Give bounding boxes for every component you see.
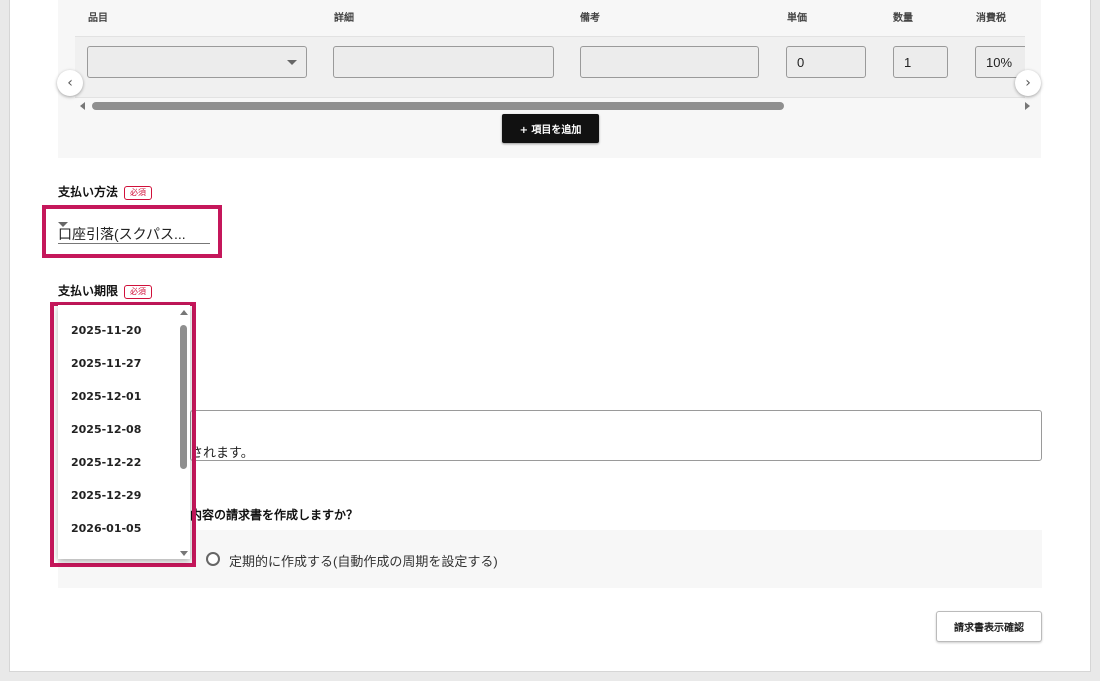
payment-method-label: 支払い方法 — [58, 185, 119, 199]
recurring-question: 内容の請求書を作成しますか？ — [190, 508, 359, 522]
due-option[interactable]: 2025-12-08 — [71, 423, 141, 436]
column-header-quantity: 数量 — [893, 13, 913, 24]
due-option[interactable]: 2025-12-22 — [71, 456, 141, 469]
column-header-tax: 消費税 — [976, 13, 1006, 24]
chevron-down-icon — [58, 222, 68, 227]
scrollbar-thumb[interactable] — [180, 325, 187, 469]
radio-recurring[interactable] — [206, 552, 220, 566]
radio-recurring-label[interactable]: 定期的に作成する(自動作成の周期を設定する) — [229, 551, 498, 570]
dropdown-vertical-scrollbar[interactable] — [179, 310, 189, 556]
notice-box — [190, 410, 1042, 461]
due-option[interactable]: 2026-01-05 — [71, 522, 141, 535]
invoice-form-card: 品目 詳細 備考 単価 数量 消費税 0 1 10% ‹ › + 項目を追加 支… — [9, 0, 1091, 672]
payment-due-dropdown[interactable]: 2025-11-20 2025-11-27 2025-12-01 2025-12… — [58, 305, 190, 559]
scroll-left-button[interactable]: ‹ — [57, 70, 83, 96]
items-table-row: 0 1 10% — [75, 36, 1025, 98]
notice-text: されます。 — [190, 445, 254, 460]
column-header-detail: 詳細 — [334, 13, 354, 24]
chevron-left-icon: ‹ — [67, 75, 73, 91]
quantity-input[interactable]: 1 — [893, 46, 948, 78]
scroll-right-button[interactable]: › — [1015, 70, 1041, 96]
note-input[interactable] — [580, 46, 759, 78]
payment-method-value: 口座引落(スクパス... — [58, 226, 186, 242]
due-option[interactable]: 2025-12-29 — [71, 489, 141, 502]
due-option[interactable]: 2025-11-20 — [71, 324, 141, 337]
column-header-item: 品目 — [88, 13, 108, 24]
recurring-options-panel: 定期的に作成する(自動作成の周期を設定する) — [58, 530, 1042, 588]
scroll-left-arrow-icon[interactable] — [80, 102, 85, 110]
confirm-invoice-button[interactable]: 請求書表示確認 — [936, 611, 1042, 642]
scroll-down-arrow-icon[interactable] — [180, 551, 188, 556]
add-item-button[interactable]: + 項目を追加 — [502, 114, 599, 143]
required-badge: 必須 — [124, 186, 152, 200]
column-header-note: 備考 — [580, 13, 600, 24]
chevron-down-icon — [287, 60, 297, 65]
due-option[interactable]: 2025-12-01 — [71, 390, 141, 403]
scrollbar-thumb[interactable] — [92, 102, 784, 110]
item-select[interactable] — [87, 46, 307, 78]
required-badge: 必須 — [124, 285, 152, 299]
chevron-right-icon: › — [1025, 75, 1031, 91]
items-horizontal-scrollbar[interactable] — [80, 100, 1030, 112]
column-header-unit-price: 単価 — [787, 13, 807, 24]
unit-price-input[interactable]: 0 — [786, 46, 866, 78]
detail-input[interactable] — [333, 46, 554, 78]
due-option[interactable]: 2025-11-27 — [71, 357, 141, 370]
scroll-up-arrow-icon[interactable] — [180, 310, 188, 315]
payment-due-label: 支払い期限 — [58, 284, 119, 298]
payment-method-select[interactable]: 口座引落(スクパス... — [58, 222, 210, 244]
scroll-right-arrow-icon[interactable] — [1025, 102, 1030, 110]
